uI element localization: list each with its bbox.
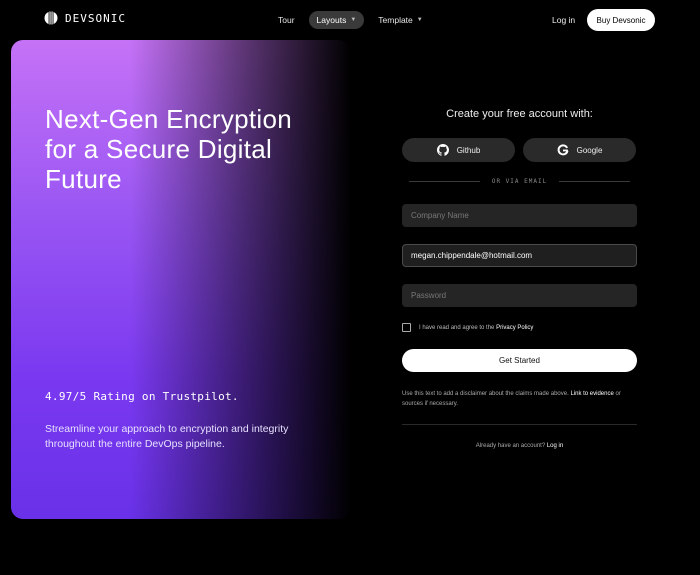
- password-input[interactable]: [402, 284, 637, 307]
- form-separator: [402, 424, 637, 425]
- divider-line: [409, 181, 480, 182]
- buy-button[interactable]: Buy Devsonic: [587, 9, 655, 31]
- chevron-down-icon: ▼: [350, 17, 357, 23]
- form-title: Create your free account with:: [446, 108, 593, 120]
- chevron-down-icon: ▼: [416, 17, 423, 23]
- privacy-policy-link[interactable]: Privacy Policy: [496, 325, 533, 331]
- already-text: Already have an account?: [475, 443, 546, 449]
- privacy-checkbox[interactable]: [402, 323, 411, 332]
- github-signup-button[interactable]: Github: [402, 138, 515, 162]
- top-nav: DEVSONIC Tour Layouts ▼ Template ▼ Log i…: [0, 0, 700, 40]
- company-name-input[interactable]: [402, 204, 637, 227]
- nav-link-tour[interactable]: Tour: [270, 11, 303, 29]
- evidence-link[interactable]: Link to evidence: [570, 391, 613, 397]
- disclaimer: Use this text to add a disclaimer about …: [402, 389, 637, 409]
- agree-text-line: I have read and agree to the Privacy Pol…: [419, 325, 533, 331]
- divider-text: OR VIA EMAIL: [491, 178, 548, 185]
- nav-link-label: Layouts: [316, 15, 347, 25]
- privacy-agreement: I have read and agree to the Privacy Pol…: [402, 323, 533, 332]
- hero-rating: 4.97/5 Rating on Trustpilot.: [45, 390, 239, 403]
- hero-title: Next-Gen Encryption for a Secure Digital…: [45, 104, 293, 194]
- footer-login-link[interactable]: Log in: [547, 443, 563, 449]
- nav-link-template[interactable]: Template ▼: [370, 11, 430, 29]
- devsonic-logo-icon: [44, 11, 58, 25]
- agree-text: I have read and agree to the: [419, 324, 495, 331]
- brand[interactable]: DEVSONIC: [44, 11, 126, 25]
- nav-login-link[interactable]: Log in: [552, 15, 575, 25]
- nav-link-layouts[interactable]: Layouts ▼: [308, 11, 365, 29]
- github-label: Github: [456, 145, 481, 155]
- already-have-account: Already have an account? Log in: [402, 443, 637, 449]
- or-divider: OR VIA EMAIL: [409, 178, 631, 185]
- brand-name: DEVSONIC: [65, 11, 126, 25]
- hero-description: Streamline your approach to encryption a…: [45, 423, 289, 450]
- email-input[interactable]: [402, 244, 637, 267]
- nav-link-label: Tour: [278, 15, 295, 25]
- hero-panel: Next-Gen Encryption for a Secure Digital…: [11, 40, 351, 519]
- google-label: Google: [576, 145, 603, 155]
- github-icon: [436, 144, 449, 156]
- nav-link-label: Template: [378, 15, 413, 25]
- disclaimer-text: Use this text to add a disclaimer about …: [402, 391, 569, 397]
- divider-line: [559, 181, 631, 182]
- google-icon: [557, 144, 569, 156]
- get-started-button[interactable]: Get Started: [402, 349, 637, 372]
- google-signup-button[interactable]: Google: [523, 138, 636, 162]
- nav-links: Tour Layouts ▼ Template ▼: [270, 11, 431, 29]
